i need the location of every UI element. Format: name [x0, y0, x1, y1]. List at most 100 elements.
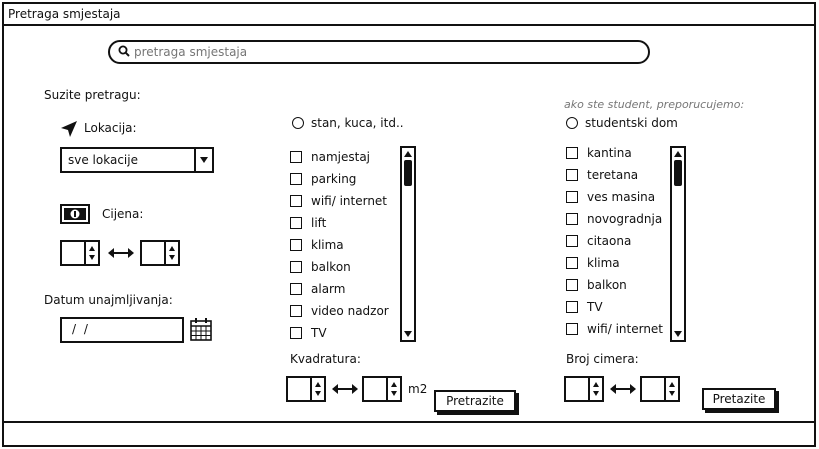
- checkbox-label: klima: [587, 256, 620, 270]
- checkbox-item[interactable]: video nadzor: [290, 300, 400, 322]
- checkbox[interactable]: [566, 279, 578, 291]
- checkbox-label: alarm: [311, 282, 346, 296]
- checkbox-item[interactable]: klima: [566, 252, 670, 274]
- checkbox-label: novogradnja: [587, 212, 663, 226]
- stepper-arrows-icon[interactable]: [310, 378, 324, 400]
- checkbox[interactable]: [566, 323, 578, 335]
- apartment-search-button[interactable]: Pretrazite: [434, 390, 516, 412]
- apartment-scrollbar[interactable]: [400, 146, 416, 342]
- checkbox-label: teretana: [587, 168, 639, 182]
- checkbox[interactable]: [290, 261, 302, 273]
- checkbox[interactable]: [290, 239, 302, 251]
- stepper-arrows-icon[interactable]: [588, 378, 602, 400]
- student-hint: ako ste student, preporucujemo:: [564, 98, 745, 111]
- stepper-arrows-icon[interactable]: [164, 242, 178, 264]
- checkbox[interactable]: [566, 169, 578, 181]
- search-input[interactable]: [134, 45, 614, 59]
- checkbox-item[interactable]: kantina: [566, 142, 670, 164]
- radio-apartment[interactable]: stan, kuca, itd..: [292, 116, 404, 130]
- checkbox-item[interactable]: parking: [290, 168, 400, 190]
- checkbox[interactable]: [566, 147, 578, 159]
- size-unit: m2: [408, 382, 428, 396]
- checkbox-label: balkon: [587, 278, 627, 292]
- checkbox-label: klima: [311, 238, 344, 252]
- dorm-search-button[interactable]: Pretazite: [702, 388, 776, 410]
- scroll-thumb[interactable]: [404, 160, 412, 186]
- scroll-up-icon[interactable]: [402, 148, 414, 160]
- roommates-max-stepper[interactable]: [640, 376, 680, 402]
- search-bar[interactable]: [108, 40, 650, 64]
- range-arrow-icon: [610, 382, 636, 399]
- scroll-up-icon[interactable]: [672, 148, 684, 160]
- checkbox-item[interactable]: wifi/ internet: [290, 190, 400, 212]
- price-min-stepper[interactable]: [60, 240, 100, 266]
- checkbox[interactable]: [290, 327, 302, 339]
- checkbox[interactable]: [290, 217, 302, 229]
- checkbox[interactable]: [566, 235, 578, 247]
- checkbox-item[interactable]: TV: [290, 322, 400, 344]
- radio-button[interactable]: [292, 117, 304, 129]
- size-max-stepper[interactable]: [362, 376, 402, 402]
- checkbox[interactable]: [566, 301, 578, 313]
- checkbox-label: ves masina: [587, 190, 656, 204]
- stepper-arrows-icon[interactable]: [386, 378, 400, 400]
- checkbox-item[interactable]: namjestaj: [290, 146, 400, 168]
- checkbox-item[interactable]: wifi/ internet: [566, 318, 670, 340]
- checkbox[interactable]: [290, 283, 302, 295]
- location-dropdown[interactable]: sve lokacije: [60, 147, 214, 173]
- checkbox-item[interactable]: citaona: [566, 230, 670, 252]
- checkbox-label: balkon: [311, 260, 351, 274]
- roommates-min-stepper[interactable]: [564, 376, 604, 402]
- location-label: Lokacija:: [84, 121, 137, 135]
- checkbox[interactable]: [290, 151, 302, 163]
- scroll-down-icon[interactable]: [672, 328, 684, 340]
- stepper-arrows-icon[interactable]: [664, 378, 678, 400]
- scroll-thumb[interactable]: [674, 160, 682, 186]
- checkbox-item[interactable]: balkon: [566, 274, 670, 296]
- price-label: Cijena:: [102, 207, 144, 221]
- move-in-date-field[interactable]: / /: [60, 317, 184, 343]
- checkbox-item[interactable]: balkon: [290, 256, 400, 278]
- range-arrow-icon: [332, 382, 358, 399]
- radio-apartment-label: stan, kuca, itd..: [311, 116, 404, 130]
- size-min-stepper[interactable]: [286, 376, 326, 402]
- dorm-scrollbar[interactable]: [670, 146, 686, 342]
- range-arrow-icon: [108, 246, 134, 263]
- checkbox-item[interactable]: klima: [290, 234, 400, 256]
- checkbox-label: namjestaj: [311, 150, 371, 164]
- radio-dorm[interactable]: studentski dom: [566, 116, 678, 130]
- checkbox[interactable]: [566, 257, 578, 269]
- checkbox[interactable]: [290, 173, 302, 185]
- location-selected: sve lokacije: [68, 153, 138, 167]
- checkbox-label: TV: [587, 300, 603, 314]
- checkbox-label: TV: [311, 326, 327, 340]
- location-arrow-icon: [60, 120, 78, 141]
- radio-button[interactable]: [566, 117, 578, 129]
- stepper-arrows-icon[interactable]: [84, 242, 98, 264]
- checkbox-item[interactable]: TV: [566, 296, 670, 318]
- dorm-amenity-list: kantina teretana ves masina novogradnja …: [566, 142, 670, 340]
- checkbox-label: lift: [311, 216, 327, 230]
- status-bar: [4, 421, 814, 445]
- search-icon: [118, 45, 130, 60]
- checkbox[interactable]: [566, 213, 578, 225]
- checkbox-item[interactable]: teretana: [566, 164, 670, 186]
- scroll-down-icon[interactable]: [402, 328, 414, 340]
- apartment-amenity-list: namjestaj parking wifi/ internet lift kl…: [290, 146, 400, 344]
- checkbox-item[interactable]: alarm: [290, 278, 400, 300]
- checkbox-item[interactable]: lift: [290, 212, 400, 234]
- checkbox[interactable]: [290, 195, 302, 207]
- checkbox[interactable]: [290, 305, 302, 317]
- price-max-stepper[interactable]: [140, 240, 180, 266]
- chevron-down-icon[interactable]: [194, 149, 212, 171]
- move-in-label: Datum unajmljivanja:: [44, 293, 173, 307]
- checkbox-label: citaona: [587, 234, 632, 248]
- checkbox-item[interactable]: ves masina: [566, 186, 670, 208]
- checkbox-label: wifi/ internet: [587, 322, 664, 336]
- checkbox-item[interactable]: novogradnja: [566, 208, 670, 230]
- calendar-icon[interactable]: [190, 317, 212, 344]
- checkbox-label: video nadzor: [311, 304, 389, 318]
- checkbox[interactable]: [566, 191, 578, 203]
- money-icon: [60, 204, 90, 227]
- roommates-label: Broj cimera:: [566, 352, 639, 366]
